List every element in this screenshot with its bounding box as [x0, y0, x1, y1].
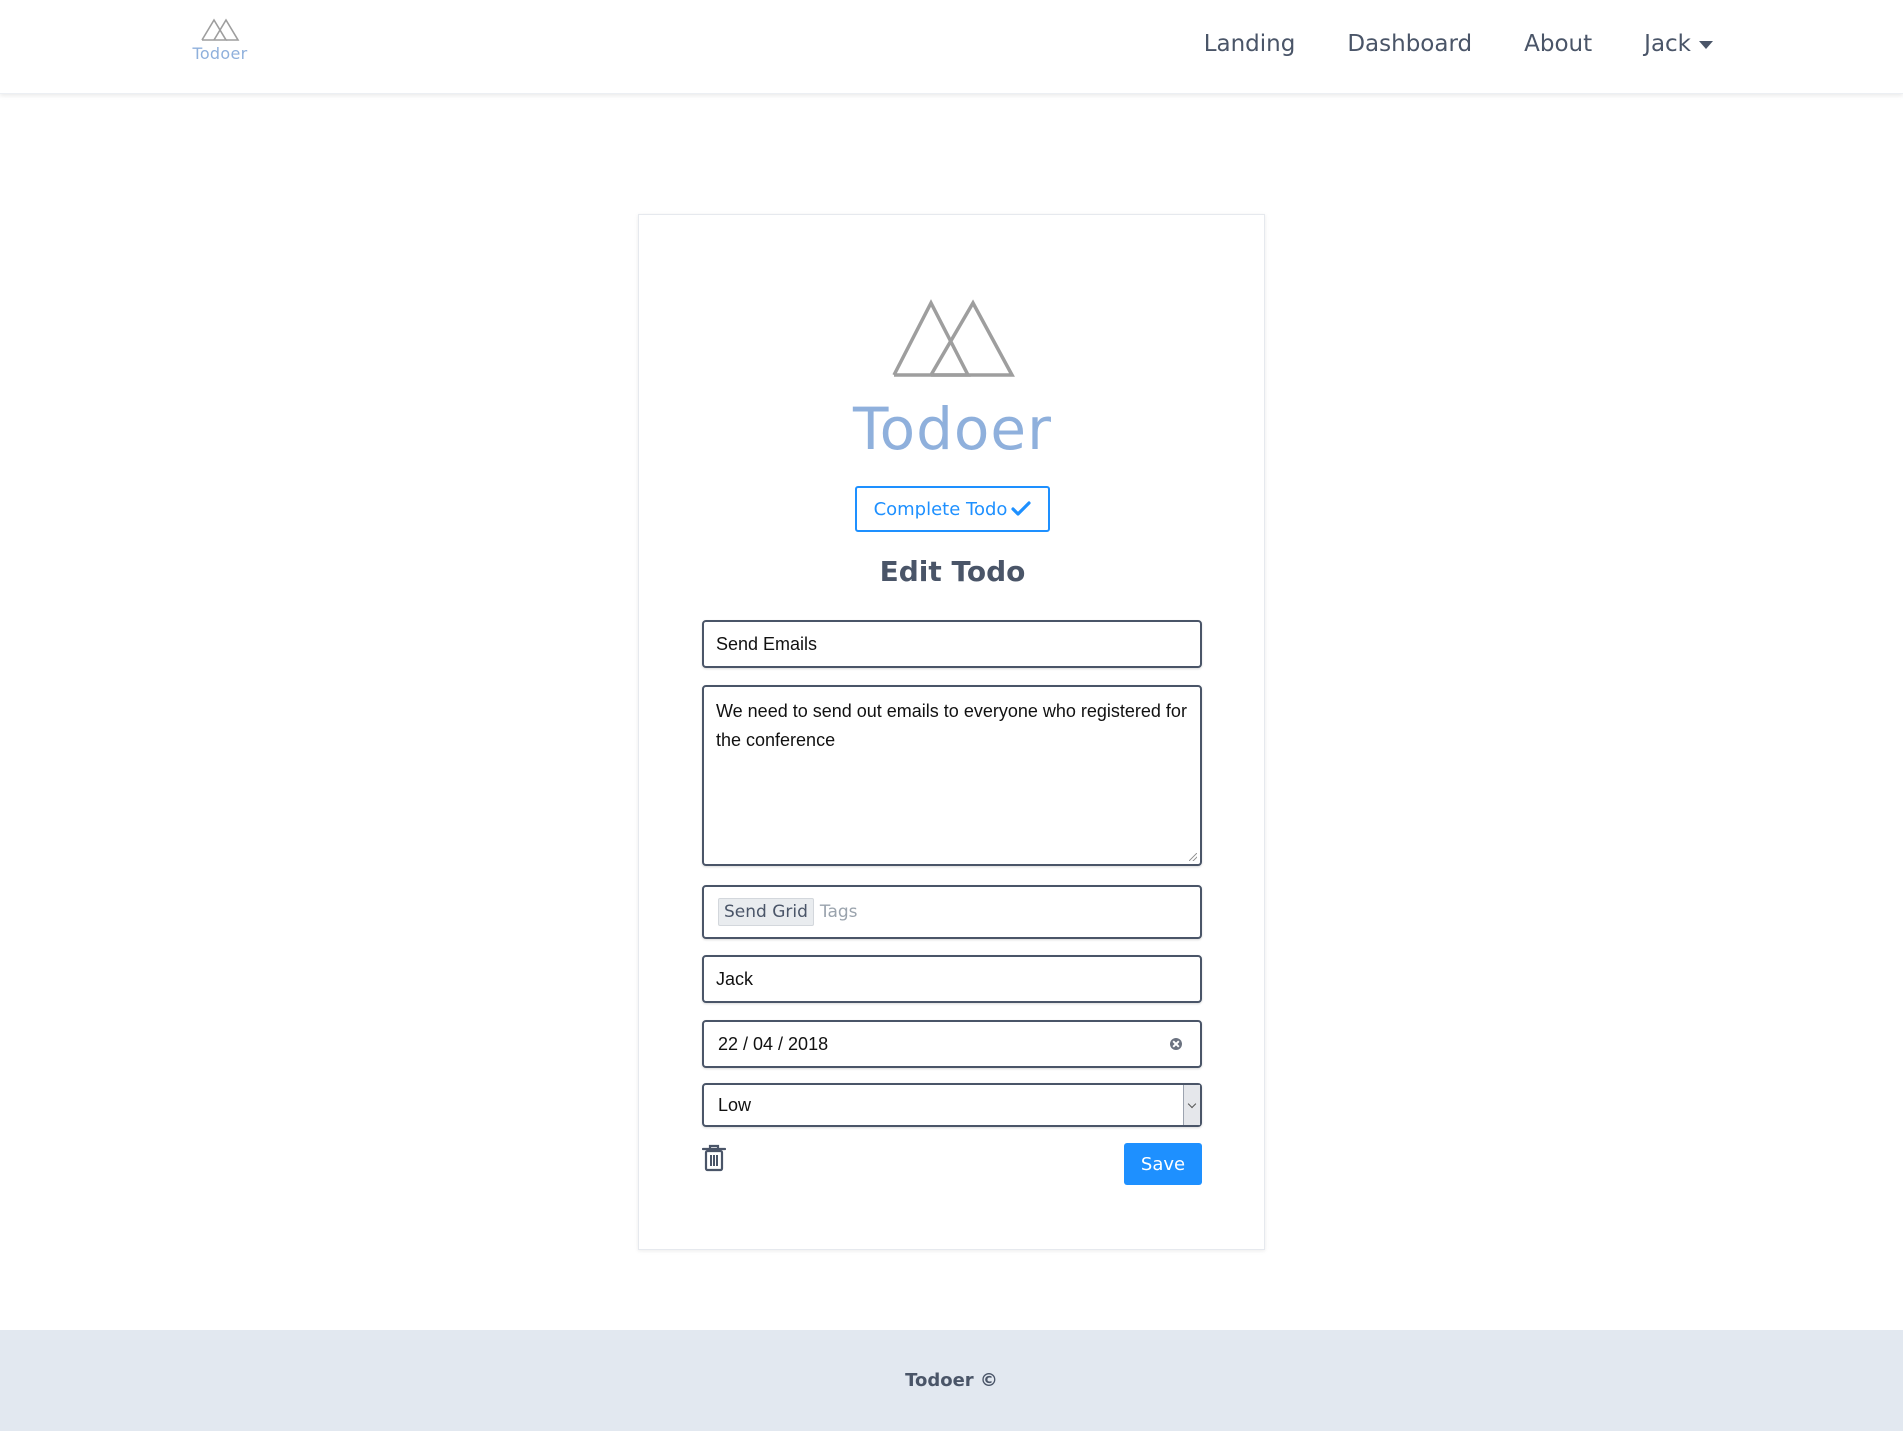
check-icon — [1011, 501, 1032, 516]
nav-link-dashboard[interactable]: Dashboard — [1347, 31, 1472, 57]
trash-icon[interactable] — [702, 1144, 726, 1172]
clear-icon[interactable] — [1170, 1038, 1182, 1050]
navbar-brand-label: Todoer — [192, 44, 248, 63]
navbar-brand[interactable]: Todoer — [188, 18, 252, 74]
user-menu-label: Jack — [1644, 31, 1691, 57]
tags-placeholder: Tags — [819, 902, 858, 922]
complete-todo-label: Complete Todo — [873, 498, 1008, 520]
nav-links: Landing Dashboard About Jack — [1204, 31, 1713, 57]
caret-down-icon — [1699, 41, 1713, 49]
mountains-icon — [892, 299, 1015, 377]
assignee-input[interactable]: Jack — [702, 955, 1202, 1003]
due-date-input[interactable]: 22 / 04 / 2018 — [702, 1020, 1202, 1068]
footer: Todoer © — [0, 1330, 1903, 1431]
priority-value: Low — [718, 1094, 752, 1115]
edit-todo-card: Todoer Complete Todo Edit Todo Send Emai… — [638, 214, 1265, 1250]
resize-handle-icon[interactable] — [1189, 853, 1197, 861]
chevron-down-icon — [1183, 1085, 1200, 1125]
title-input[interactable]: Send Emails — [702, 620, 1202, 668]
nav-link-landing[interactable]: Landing — [1204, 31, 1296, 57]
priority-select[interactable]: Low — [702, 1083, 1202, 1127]
complete-todo-button[interactable]: Complete Todo — [855, 486, 1050, 532]
tags-input[interactable]: Send Grid Tags — [702, 885, 1202, 939]
description-textarea[interactable]: We need to send out emails to everyone w… — [702, 685, 1202, 866]
save-button[interactable]: Save — [1124, 1143, 1202, 1185]
due-date-value: 22 / 04 / 2018 — [718, 1033, 829, 1054]
description-value: We need to send out emails to everyone w… — [716, 701, 1187, 750]
footer-text: Todoer © — [905, 1370, 998, 1391]
title-input-value: Send Emails — [716, 633, 818, 654]
navbar-logo-icon — [201, 18, 240, 41]
tag-chip[interactable]: Send Grid — [718, 898, 814, 926]
navbar: Todoer Landing Dashboard About Jack — [0, 0, 1903, 94]
assignee-value: Jack — [716, 968, 754, 989]
card-brand-title: Todoer — [853, 395, 1052, 463]
nav-link-about[interactable]: About — [1524, 31, 1592, 57]
user-menu[interactable]: Jack — [1644, 31, 1713, 57]
edit-todo-heading: Edit Todo — [879, 555, 1026, 588]
